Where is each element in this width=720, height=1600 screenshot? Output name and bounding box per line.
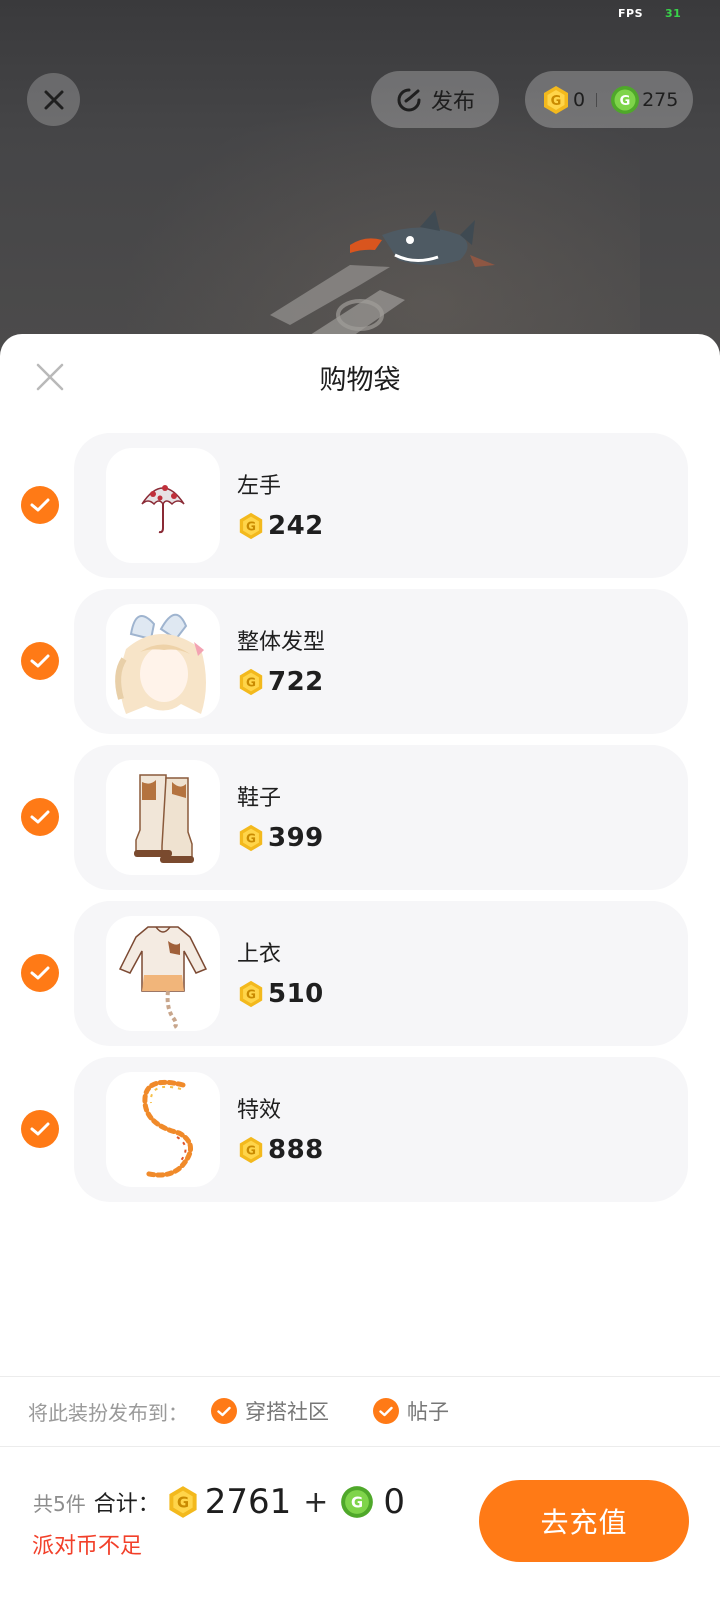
checkmark-icon xyxy=(379,1406,393,1416)
publish-button[interactable]: 发布 xyxy=(371,71,499,128)
hairstyle-icon xyxy=(115,613,206,714)
item-thumbnail xyxy=(106,916,220,1031)
item-name: 上衣 xyxy=(237,942,282,967)
svg-text:G: G xyxy=(246,1144,256,1158)
currency-balance[interactable]: G 0 G 275 xyxy=(525,71,693,128)
green-total: 0 xyxy=(383,1482,406,1522)
item-card[interactable]: 左手 G 242 xyxy=(74,433,688,578)
item-thumbnail xyxy=(106,604,220,719)
publish-to-label: 将此装扮发布到： xyxy=(28,1400,188,1425)
gold-coin-icon: G xyxy=(239,512,263,540)
svg-text:G: G xyxy=(246,520,256,534)
gold-coin-icon: G xyxy=(169,1486,197,1518)
svg-text:G: G xyxy=(551,94,562,109)
gold-coin-icon: G xyxy=(239,668,263,696)
gold-total: 2761 xyxy=(204,1482,292,1522)
gold-coin-amount: 0 xyxy=(573,88,586,111)
item-name: 特效 xyxy=(237,1098,282,1123)
item-price-value: 399 xyxy=(268,823,324,853)
svg-text:G: G xyxy=(246,676,256,690)
item-price: G 399 xyxy=(237,823,324,853)
cart-item: 上衣 G 510 xyxy=(0,901,720,1046)
plus-sign: + xyxy=(303,1484,329,1520)
item-checkbox[interactable] xyxy=(21,798,59,836)
gold-coin-icon: G xyxy=(239,1136,263,1164)
option-label: 穿搭社区 xyxy=(245,1400,329,1424)
item-price: G 242 xyxy=(237,511,324,541)
fps-value: 31 xyxy=(665,7,682,20)
gold-coin-icon: G xyxy=(544,85,568,114)
item-thumbnail xyxy=(106,448,220,563)
item-name: 整体发型 xyxy=(237,630,326,655)
option-checkbox[interactable] xyxy=(211,1398,237,1424)
publish-option-post[interactable]: 帖子 xyxy=(373,1396,449,1426)
item-name: 左手 xyxy=(237,474,282,499)
item-thumbnail xyxy=(106,760,220,875)
svg-text:G: G xyxy=(246,988,256,1002)
item-checkbox[interactable] xyxy=(21,1110,59,1148)
fps-label: FPS xyxy=(618,7,643,20)
close-icon xyxy=(44,90,63,109)
item-price: G 722 xyxy=(237,667,324,697)
svg-text:G: G xyxy=(246,832,256,846)
green-coin-amount: 275 xyxy=(642,88,679,111)
item-card[interactable]: 鞋子 G 399 xyxy=(74,745,688,890)
publish-to-row: 将此装扮发布到： 穿搭社区 帖子 xyxy=(0,1376,720,1446)
item-price: G 888 xyxy=(237,1135,324,1165)
sheet-title: 购物袋 xyxy=(319,365,401,396)
total-label: 合计： xyxy=(93,1492,160,1517)
boots-icon xyxy=(134,774,194,863)
green-coin-icon: G xyxy=(341,1486,374,1518)
gold-coin-icon: G xyxy=(239,980,263,1008)
item-price-value: 510 xyxy=(268,979,324,1009)
cart-item: 整体发型 G 722 xyxy=(0,589,720,734)
item-name: 鞋子 xyxy=(237,786,282,811)
cart-item: 鞋子 G 399 xyxy=(0,745,720,890)
svg-text:G: G xyxy=(351,1495,363,1512)
item-price-value: 722 xyxy=(268,667,324,697)
option-checkbox[interactable] xyxy=(373,1398,399,1424)
publish-option-community[interactable]: 穿搭社区 xyxy=(211,1396,329,1426)
green-coin-icon: G xyxy=(611,85,640,114)
option-label: 帖子 xyxy=(407,1400,449,1424)
checkmark-icon xyxy=(30,1122,50,1136)
checkmark-icon xyxy=(30,498,50,512)
fps-counter: FPS 31 xyxy=(618,7,681,20)
cart-item: 特效 G 888 xyxy=(0,1057,720,1202)
item-card[interactable]: 整体发型 G 722 xyxy=(74,589,688,734)
item-checkbox[interactable] xyxy=(21,954,59,992)
item-checkbox[interactable] xyxy=(21,486,59,524)
umbrella-icon xyxy=(141,484,185,533)
item-checkbox[interactable] xyxy=(21,642,59,680)
item-price-value: 242 xyxy=(268,511,324,541)
cart-item: 左手 G 242 xyxy=(0,433,720,578)
gold-coin-icon: G xyxy=(239,824,263,852)
item-count: 共5件 xyxy=(33,1491,86,1516)
close-scene-button[interactable] xyxy=(27,73,80,126)
publish-label: 发布 xyxy=(430,89,475,115)
publish-icon xyxy=(397,88,421,111)
item-price: G 510 xyxy=(237,979,324,1009)
total-summary: 共5件 合计： G 2761 + G 0 xyxy=(33,1482,405,1522)
item-card[interactable]: 上衣 G 510 xyxy=(74,901,688,1046)
recharge-button[interactable]: 去充值 xyxy=(479,1480,689,1562)
checkmark-icon xyxy=(30,654,50,668)
checkmark-icon xyxy=(30,810,50,824)
item-card[interactable]: 特效 G 888 xyxy=(74,1057,688,1202)
currency-separator xyxy=(596,92,598,107)
effect-icon xyxy=(142,1079,193,1177)
top-icon xyxy=(118,925,208,1029)
insufficient-warning: 派对币不足 xyxy=(32,1534,143,1559)
svg-text:G: G xyxy=(177,1495,189,1512)
divider xyxy=(0,1446,720,1447)
game-scene: FPS 31 发布 G 0 G 275 xyxy=(0,0,720,380)
item-thumbnail xyxy=(106,1072,220,1187)
svg-text:G: G xyxy=(620,94,631,109)
checkmark-icon xyxy=(217,1406,231,1416)
item-price-value: 888 xyxy=(268,1135,324,1165)
checkmark-icon xyxy=(30,966,50,980)
